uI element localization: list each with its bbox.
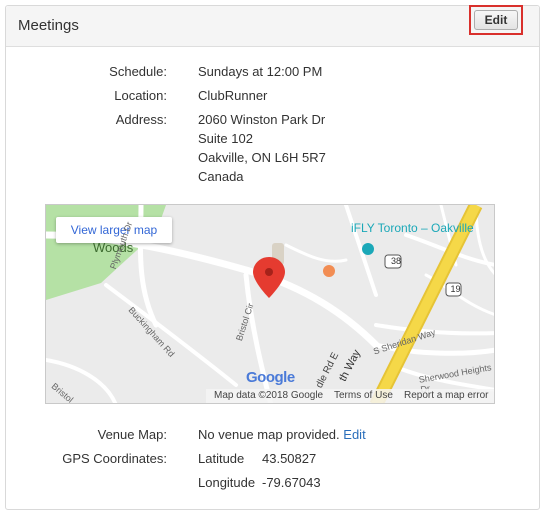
poi-ifly-icon	[362, 243, 374, 255]
location-map[interactable]: View larger map Woods iFLY Toronto – Oak…	[45, 204, 495, 404]
address-value: 2060 Winston Park Dr Suite 102 Oakville,…	[198, 110, 326, 186]
panel-title: Meetings	[18, 17, 79, 34]
location-value: ClubRunner	[198, 88, 268, 103]
address-line-4: Canada	[198, 169, 244, 184]
panel-header: Meetings	[6, 6, 539, 47]
gps-label: GPS Coordinates:	[62, 451, 167, 466]
map-label-ifly[interactable]: iFLY Toronto – Oakville	[351, 221, 474, 235]
address-label: Address:	[115, 112, 167, 127]
latitude-label: Latitude	[198, 451, 245, 466]
venue-map-label: Venue Map:	[97, 427, 167, 442]
map-data-text: Map data ©2018 Google	[214, 390, 324, 401]
map-marker-dot	[265, 268, 273, 276]
terms-link[interactable]: Terms of Use	[334, 390, 393, 401]
schedule-value: Sundays at 12:00 PM	[198, 64, 323, 79]
latitude-value: 43.50827	[262, 451, 317, 466]
location-label: Location:	[114, 88, 167, 103]
longitude-label: Longitude	[198, 475, 256, 490]
schedule-label: Schedule:	[109, 64, 167, 79]
address-line-1: 2060 Winston Park Dr	[198, 112, 326, 127]
venue-map-value: No venue map provided. Edit	[198, 427, 366, 442]
shield-38-label: 38	[390, 256, 401, 266]
map-footer: Map data ©2018 Google Terms of Use Repor…	[206, 389, 494, 403]
venue-map-text: No venue map provided.	[198, 427, 340, 442]
google-logo[interactable]: Google	[246, 369, 295, 386]
longitude-value: -79.67043	[262, 475, 321, 490]
poi-food-icon	[323, 265, 335, 277]
venue-map-edit-link[interactable]: Edit	[343, 427, 365, 442]
shield-19-label: 19	[450, 284, 461, 294]
address-line-2: Suite 102	[198, 131, 253, 146]
edit-button[interactable]: Edit	[474, 10, 518, 30]
report-map-error-link[interactable]: Report a map error	[404, 390, 488, 401]
address-line-3: Oakville, ON L6H 5R7	[198, 150, 326, 165]
